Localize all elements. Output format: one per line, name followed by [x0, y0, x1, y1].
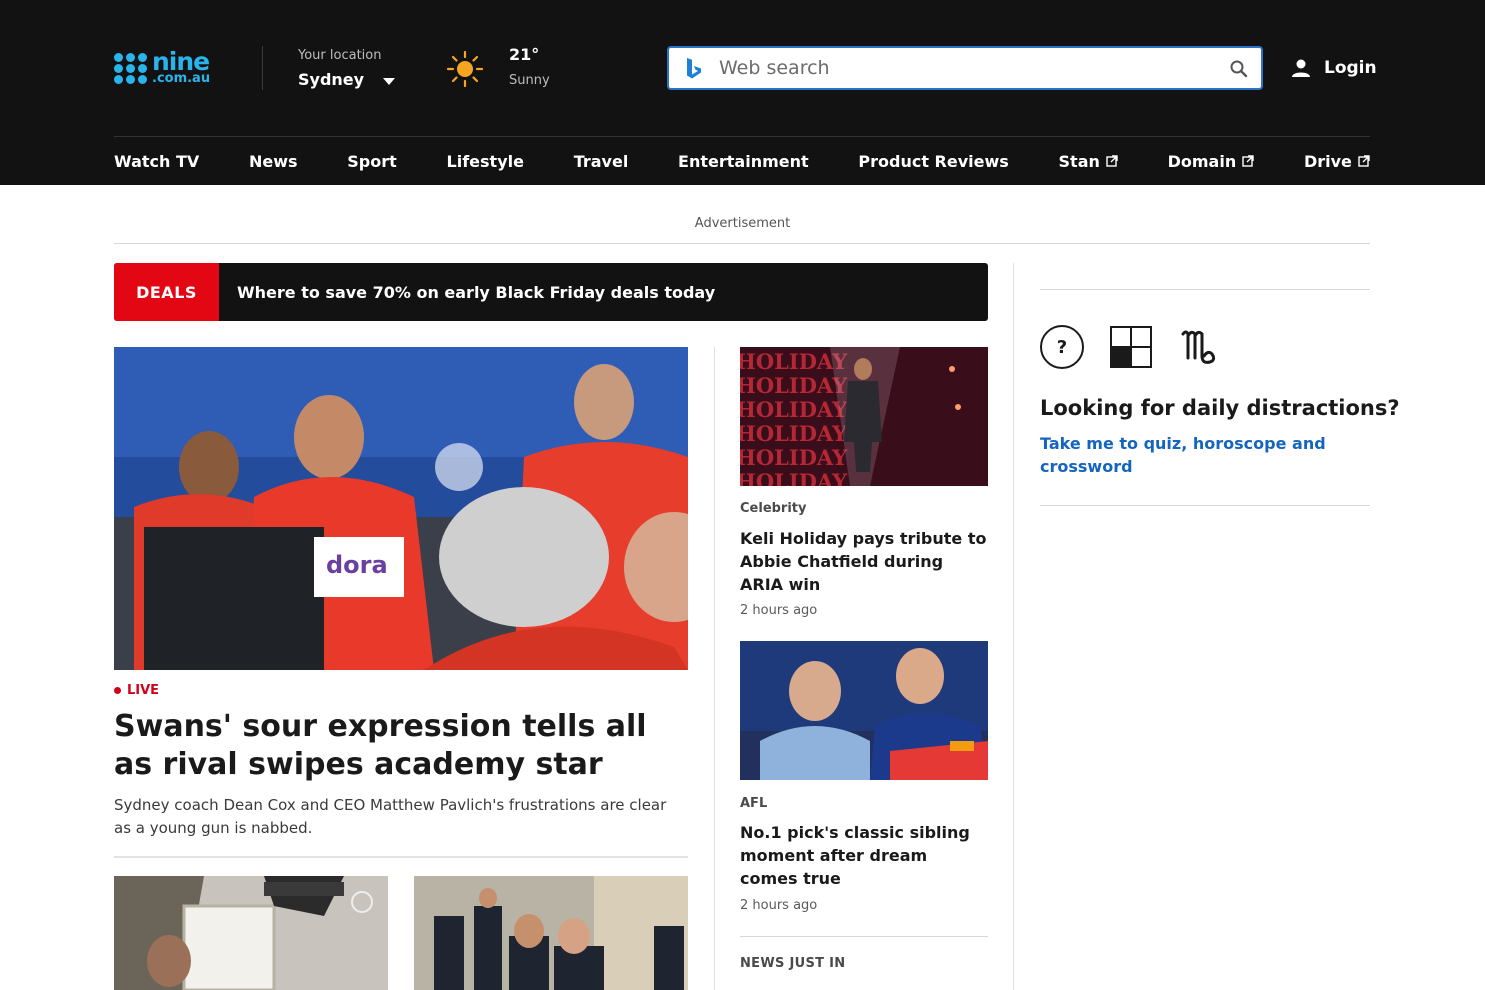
distractions-link[interactable]: Take me to quiz, horoscope and crossword [1040, 432, 1330, 478]
nav-item-travel[interactable]: Travel [574, 152, 629, 171]
weather-condition: Sunny [509, 73, 550, 88]
hero-image[interactable]: dora [114, 347, 688, 670]
ad-divider [114, 243, 1370, 244]
header-divider [262, 46, 263, 90]
hero-summary: Sydney coach Dean Cox and CEO Matthew Pa… [114, 796, 667, 837]
location-select[interactable]: Sydney [298, 70, 364, 89]
section-divider [740, 936, 988, 937]
story-timestamp: 2 hours ago [740, 603, 818, 618]
news-just-in-heading: NEWS JUST IN [740, 956, 846, 971]
column-divider [714, 347, 715, 990]
chevron-down-icon[interactable] [383, 78, 395, 85]
crossword-icon[interactable] [1110, 326, 1152, 368]
live-label: LIVE [127, 683, 160, 698]
bing-icon [687, 58, 701, 79]
site-header: nine .com.au Your location Sydney 21° Su… [0, 0, 1485, 185]
web-search-box [667, 46, 1263, 90]
story-category[interactable]: Celebrity [740, 501, 807, 516]
svg-text:dora: dora [326, 551, 388, 579]
distractions-title: Looking for daily distractions? [1040, 396, 1400, 420]
user-icon [1292, 59, 1310, 77]
search-input[interactable] [719, 54, 1199, 82]
external-link-icon [1358, 155, 1370, 167]
distractions-icons: ? [1040, 325, 1220, 369]
nav-item-stan[interactable]: Stan [1059, 152, 1118, 171]
nine-logo[interactable]: nine .com.au [114, 48, 226, 88]
story-timestamp: 2 hours ago [740, 898, 818, 913]
hero-divider [114, 856, 688, 858]
story-thumbnail-2[interactable] [414, 876, 688, 990]
advertisement-label: Advertisement [694, 216, 791, 231]
nav-item-sport[interactable]: Sport [347, 152, 397, 171]
nav-item-lifestyle[interactable]: Lifestyle [447, 152, 524, 171]
deals-tag: DEALS [114, 263, 219, 321]
login-label: Login [1324, 58, 1377, 78]
external-link-icon [1106, 155, 1118, 167]
horoscope-icon[interactable] [1180, 326, 1220, 368]
story-thumbnail-1[interactable] [114, 876, 388, 990]
story-image-afl[interactable] [740, 641, 988, 780]
weather-temp: 21° [509, 45, 540, 64]
nav-item-entertainment[interactable]: Entertainment [678, 152, 809, 171]
svg-text:HOLIDAY: HOLIDAY [740, 421, 848, 446]
nav-item-watch-tv[interactable]: Watch TV [114, 152, 199, 171]
deals-headline[interactable]: Where to save 70% on early Black Friday … [237, 283, 715, 302]
svg-text:HOLIDAY: HOLIDAY [740, 445, 848, 470]
distractions-top-divider [1040, 289, 1370, 290]
nav-item-product-reviews[interactable]: Product Reviews [858, 152, 1008, 171]
nav-item-drive[interactable]: Drive [1304, 152, 1370, 171]
story-category[interactable]: AFL [740, 796, 767, 811]
live-dot-icon [114, 687, 121, 694]
story-image-celebrity[interactable]: HOLIDAY HOLIDAY HOLIDAY HOLIDAY HOLIDAY HOLI… [740, 347, 988, 486]
live-badge: LIVE [114, 683, 159, 698]
sun-icon [446, 50, 484, 88]
story-headline[interactable]: Keli Holiday pays tribute to Abbie Chatf… [740, 527, 988, 596]
sidebar-divider [1013, 263, 1014, 990]
nav-item-domain[interactable]: Domain [1168, 152, 1255, 171]
location-label: Your location [298, 48, 382, 63]
logo-dots-icon [114, 52, 148, 84]
deals-banner[interactable]: DEALS Where to save 70% on early Black F… [114, 263, 988, 321]
login-button[interactable]: Login [1290, 54, 1377, 82]
external-link-icon [1242, 155, 1254, 167]
svg-text:HOLIDAY: HOLIDAY [740, 397, 848, 422]
svg-text:HOLIDAY: HOLIDAY [740, 373, 848, 398]
logo-text-line2: .com.au [152, 71, 211, 87]
hero-headline[interactable]: Swans' sour expression tells all as riva… [114, 708, 688, 784]
nav-item-news[interactable]: News [249, 152, 298, 171]
main-nav: Watch TV News Sport Lifestyle Travel Ent… [114, 137, 1370, 185]
quiz-icon[interactable]: ? [1040, 325, 1084, 369]
search-icon[interactable] [1227, 57, 1251, 81]
story-headline[interactable]: No.1 pick's classic sibling moment after… [740, 821, 988, 890]
svg-text:HOLIDAY: HOLIDAY [740, 469, 848, 486]
distractions-bottom-divider [1040, 505, 1370, 506]
